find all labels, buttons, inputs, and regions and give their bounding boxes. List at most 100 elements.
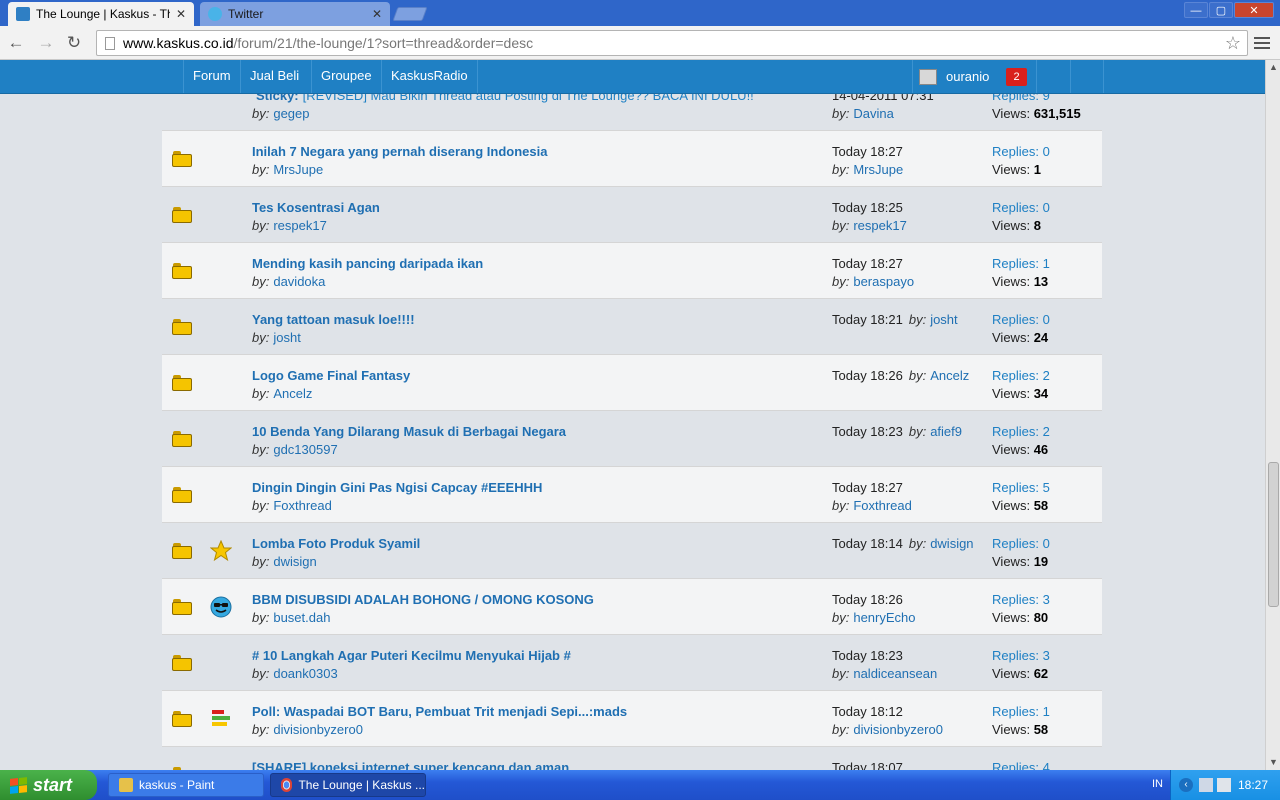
replies-count[interactable]: Replies: 3: [992, 648, 1050, 663]
system-tray: ‹ 18:27: [1170, 770, 1280, 800]
address-bar[interactable]: www.kaskus.co.id /forum/21/the-lounge/1?…: [96, 30, 1248, 56]
thread-title-link[interactable]: Dingin Dingin Gini Pas Ngisi Capcay #EEE…: [252, 480, 542, 495]
vertical-scrollbar[interactable]: ▲ ▼: [1265, 60, 1280, 770]
starter-name-link[interactable]: doank0303: [273, 666, 337, 681]
last-poster-link[interactable]: Ancelz: [930, 368, 969, 383]
last-poster-link[interactable]: josht: [930, 312, 957, 327]
last-poster-link[interactable]: MrsJupe: [853, 162, 903, 177]
replies-count[interactable]: Replies: 2: [992, 424, 1050, 439]
last-poster-link[interactable]: henryEcho: [853, 610, 915, 625]
by-label: by:: [832, 274, 850, 289]
thread-title-link[interactable]: Lomba Foto Produk Syamil: [252, 536, 420, 551]
thread-title-link[interactable]: Inilah 7 Negara yang pernah diserang Ind…: [252, 144, 547, 159]
views-label: Views:: [992, 274, 1031, 289]
starter-name-link[interactable]: Foxthread: [273, 498, 332, 513]
thread-title-link[interactable]: Yang tattoan masuk loe!!!!: [252, 312, 415, 327]
last-poster-link[interactable]: Foxthread: [853, 498, 912, 513]
minimize-button[interactable]: —: [1184, 2, 1208, 18]
replies-count[interactable]: Replies: 5: [992, 480, 1050, 495]
thread-starter: by: gdc130597: [252, 442, 338, 457]
replies-count[interactable]: Replies: 1: [992, 256, 1050, 271]
tab-close-icon[interactable]: ✕: [372, 7, 382, 21]
scroll-thumb[interactable]: [1268, 462, 1279, 607]
replies-count[interactable]: Replies: 9: [992, 94, 1050, 103]
scroll-up-arrow-icon[interactable]: ▲: [1266, 60, 1280, 75]
tab-the-lounge[interactable]: The Lounge | Kaskus - The Lounge ✕: [8, 2, 194, 26]
starter-name-link[interactable]: davidoka: [273, 274, 325, 289]
thread-title-link[interactable]: 10 Benda Yang Dilarang Masuk di Berbagai…: [252, 424, 566, 439]
tab-title: Twitter: [228, 7, 264, 21]
starter-name-link[interactable]: dwisign: [273, 554, 316, 569]
thread-title-link[interactable]: Mending kasih pancing daripada ikan: [252, 256, 483, 271]
starter-name-link[interactable]: buset.dah: [273, 610, 330, 625]
new-tab-button[interactable]: [392, 7, 428, 21]
language-indicator[interactable]: IN: [1152, 778, 1163, 790]
nav-kaskusradio[interactable]: KaskusRadio: [381, 60, 478, 93]
replies-count[interactable]: Replies: 0: [992, 536, 1050, 551]
starter-name-link[interactable]: gegep: [273, 106, 309, 121]
last-poster-link[interactable]: divisionbyzero0: [853, 722, 943, 737]
last-poster-link[interactable]: dwisign: [930, 536, 973, 551]
avatar: [919, 68, 937, 85]
thread-row: # 10 Langkah Agar Puteri Kecilmu Menyuka…: [162, 635, 1102, 691]
replies-count[interactable]: Replies: 0: [992, 312, 1050, 327]
by-label: by:: [832, 106, 850, 121]
starter-name-link[interactable]: gdc130597: [273, 442, 337, 457]
tab-close-icon[interactable]: ✕: [176, 7, 186, 21]
last-poster-link[interactable]: beraspayo: [853, 274, 914, 289]
thread-row: Inilah 7 Negara yang pernah diserang Ind…: [162, 131, 1102, 187]
volume-icon[interactable]: [1199, 778, 1213, 792]
taskbar-item-paint[interactable]: kaskus - Paint: [108, 773, 264, 797]
replies-count[interactable]: Replies: 2: [992, 368, 1050, 383]
user-menu[interactable]: ouranio: [912, 60, 989, 93]
thread-title-link[interactable]: [SHARE] koneksi internet super kencang d…: [252, 760, 569, 770]
replies-label: Replies:: [992, 144, 1039, 159]
last-poster-link[interactable]: Davina: [853, 106, 893, 121]
thread-title-link[interactable]: Sticky: [REVISED] Mau Bikin Thread atau P…: [256, 94, 754, 103]
thread-title-link[interactable]: # 10 Langkah Agar Puteri Kecilmu Menyuka…: [252, 648, 571, 663]
replies-count[interactable]: Replies: 0: [992, 144, 1050, 159]
forward-arrow-icon[interactable]: →: [36, 33, 56, 53]
bookmark-star-icon[interactable]: ☆: [1225, 33, 1241, 54]
nav-jual-beli[interactable]: Jual Beli: [240, 60, 308, 93]
replies-count[interactable]: Replies: 4: [992, 760, 1050, 770]
last-poster-link[interactable]: naldiceansean: [853, 666, 937, 681]
close-window-button[interactable]: ✕: [1234, 2, 1274, 18]
tray-expand-icon[interactable]: ‹: [1179, 778, 1193, 792]
last-post-time: Today 18:27: [832, 256, 903, 271]
starter-name-link[interactable]: josht: [273, 330, 300, 345]
start-button[interactable]: start: [0, 770, 97, 800]
views-value: 80: [1033, 610, 1049, 625]
thread-title-link[interactable]: Tes Kosentrasi Agan: [252, 200, 380, 215]
thread-row: Dingin Dingin Gini Pas Ngisi Capcay #EEE…: [162, 467, 1102, 523]
thread-row: Poll: Waspadai BOT Baru, Pembuat Trit me…: [162, 691, 1102, 747]
thread-title-link[interactable]: Poll: Waspadai BOT Baru, Pembuat Trit me…: [252, 704, 627, 719]
replies-value: 3: [1042, 648, 1050, 663]
scroll-down-arrow-icon[interactable]: ▼: [1266, 755, 1280, 770]
nav-groupee[interactable]: Groupee: [311, 60, 381, 93]
thread-type-icon: [210, 428, 232, 450]
last-poster-link[interactable]: respek17: [853, 218, 906, 233]
menu-wrench-icon[interactable]: [1254, 34, 1270, 52]
back-arrow-icon[interactable]: ←: [6, 33, 26, 53]
starter-name-link[interactable]: divisionbyzero0: [273, 722, 363, 737]
restore-button[interactable]: ▢: [1209, 2, 1233, 18]
starter-name-link[interactable]: MrsJupe: [273, 162, 323, 177]
thread-row: Mending kasih pancing daripada ikan by: d…: [162, 243, 1102, 299]
replies-count[interactable]: Replies: 1: [992, 704, 1050, 719]
nav-forum[interactable]: Forum: [183, 60, 240, 93]
starter-name-link[interactable]: Ancelz: [273, 386, 312, 401]
thread-title-link[interactable]: Logo Game Final Fantasy: [252, 368, 410, 383]
starter-name-link[interactable]: respek17: [273, 218, 326, 233]
thread-title-link[interactable]: BBM DISUBSIDI ADALAH BOHONG / OMONG KOSO…: [252, 592, 594, 607]
by-label: by:: [252, 722, 270, 737]
last-poster-link[interactable]: afief9: [930, 424, 962, 439]
notification-badge[interactable]: 2: [1006, 68, 1027, 86]
replies-count[interactable]: Replies: 0: [992, 200, 1050, 215]
network-icon[interactable]: [1217, 778, 1231, 792]
tab-twitter[interactable]: Twitter ✕: [200, 2, 390, 26]
replies-count[interactable]: Replies: 3: [992, 592, 1050, 607]
cool-smiley-icon: [210, 596, 232, 618]
taskbar-item-chrome[interactable]: The Lounge | Kaskus ...: [270, 773, 426, 797]
reload-icon[interactable]: ↻: [64, 33, 84, 53]
